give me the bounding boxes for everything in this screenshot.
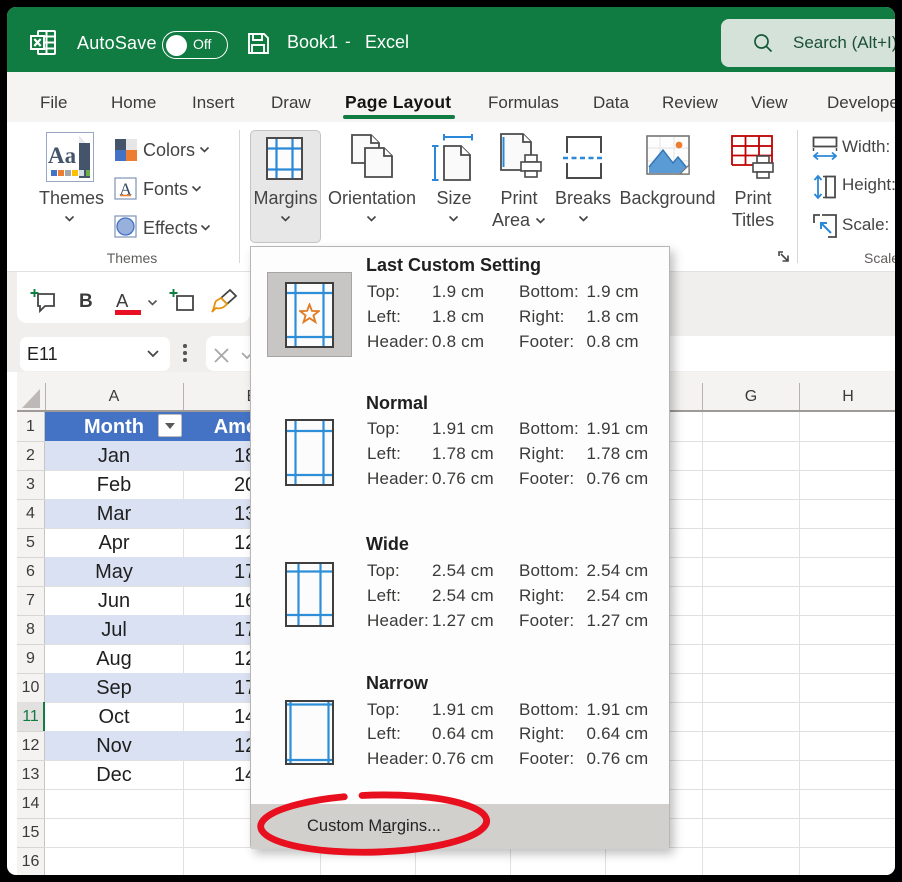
svg-text:Aa: Aa <box>48 143 77 168</box>
